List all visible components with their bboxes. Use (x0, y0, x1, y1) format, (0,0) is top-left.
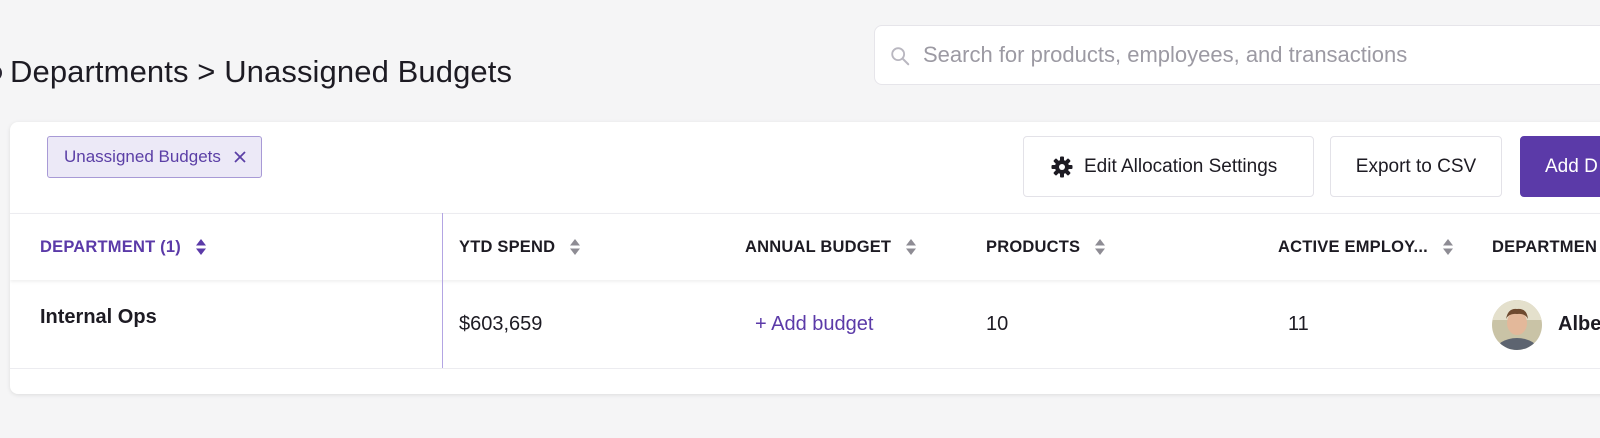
products-count: 10 (986, 313, 1009, 335)
column-header-label: YTD SPEND (459, 237, 556, 256)
export-csv-label: Export to CSV (1355, 155, 1477, 177)
departments-card: Unassigned Budgets Edit Allocation Setti… (10, 122, 1600, 394)
ytd-spend-value: $603,659 (459, 313, 543, 335)
add-budget-link[interactable]: + Add budget (755, 313, 873, 336)
sort-icon (1095, 239, 1106, 255)
column-header-annual-budget[interactable]: ANNUAL BUDGET (745, 214, 917, 280)
search-input[interactable] (923, 36, 1600, 74)
column-header-label: PRODUCTS (986, 237, 1081, 256)
export-csv-button[interactable]: Export to CSV (1330, 136, 1502, 197)
filter-chip-label: Unassigned Budgets (64, 147, 221, 166)
department-name[interactable]: Internal Ops (40, 306, 157, 329)
edit-allocation-settings-button[interactable]: Edit Allocation Settings (1023, 136, 1314, 197)
column-header-label: ACTIVE EMPLOY... (1278, 237, 1428, 256)
column-header-ytd-spend[interactable]: YTD SPEND (459, 214, 581, 280)
table-header: DEPARTMENT (1) YTD SPEND ANNUAL BUDGET P… (10, 213, 1600, 280)
table-row[interactable]: Internal Ops $603,659 + Add budget 10 11… (10, 280, 1600, 369)
sort-icon (906, 239, 917, 255)
gear-icon (1051, 156, 1073, 177)
page: Departments > Unassigned Budgets Unassig… (0, 0, 1600, 438)
search-bar[interactable] (874, 25, 1600, 85)
column-header-products[interactable]: PRODUCTS (986, 214, 1106, 280)
add-department-label: Add D (1545, 155, 1598, 177)
edit-allocation-settings-label: Edit Allocation Settings (1084, 155, 1278, 177)
column-header-label: ANNUAL BUDGET (745, 237, 892, 256)
active-employees-count: 11 (1288, 313, 1309, 335)
department-owner-name[interactable]: Albe (1558, 313, 1600, 336)
sort-icon (570, 239, 581, 255)
search-icon (891, 47, 910, 66)
filter-chip: Unassigned Budgets (47, 136, 262, 178)
add-department-button[interactable]: Add D (1520, 136, 1600, 197)
column-header-department[interactable]: DEPARTMENT (1) (40, 214, 207, 280)
sort-icon (195, 239, 206, 255)
sort-icon (1442, 239, 1453, 255)
column-header-department-owner[interactable]: DEPARTMEN (1492, 214, 1597, 280)
close-icon[interactable] (233, 150, 247, 164)
back-icon[interactable] (0, 66, 2, 80)
column-header-active-employees[interactable]: ACTIVE EMPLOY... (1278, 214, 1454, 280)
page-title: Departments > Unassigned Budgets (10, 54, 513, 89)
column-header-label: DEPARTMENT (1) (40, 237, 181, 256)
column-header-label: DEPARTMEN (1492, 237, 1598, 256)
avatar[interactable] (1492, 300, 1542, 350)
